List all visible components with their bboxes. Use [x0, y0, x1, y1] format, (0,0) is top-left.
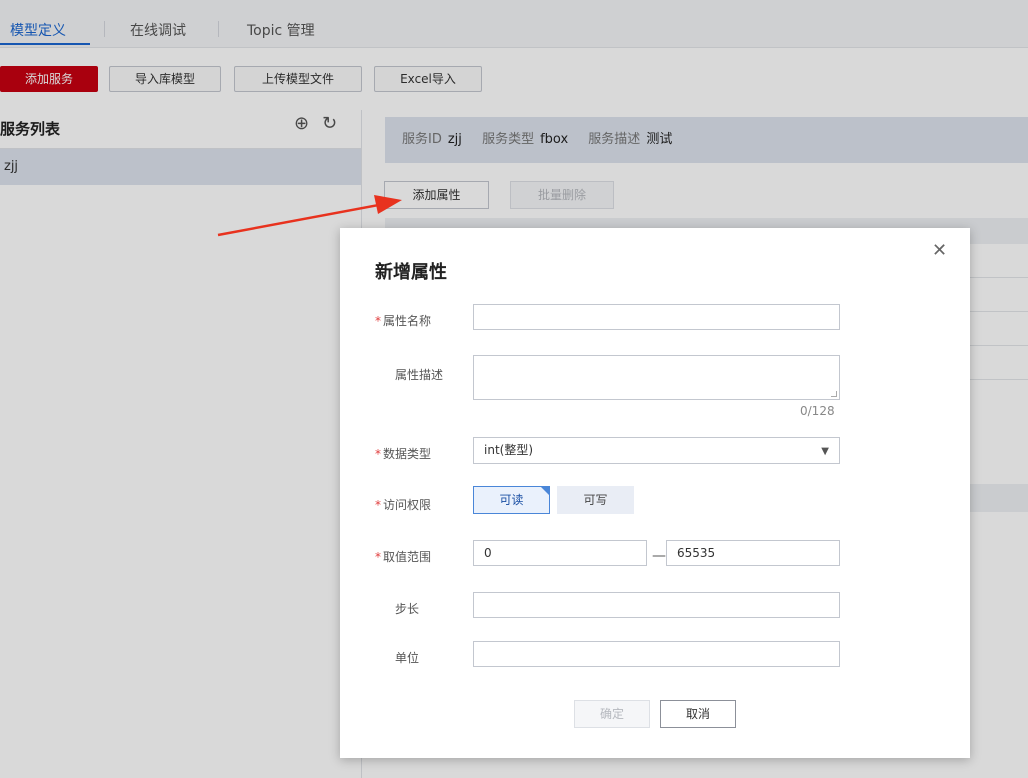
access-write-toggle[interactable]: 可写: [557, 486, 634, 514]
selected-corner-icon: [540, 486, 550, 496]
range-min-input[interactable]: 0: [473, 540, 647, 566]
caret-down-icon: ▼: [821, 446, 829, 457]
confirm-button[interactable]: 确定: [574, 700, 650, 728]
required-mark: *: [375, 447, 381, 461]
cancel-button[interactable]: 取消: [660, 700, 736, 728]
dialog-title: 新增属性: [375, 262, 447, 283]
range-max-input[interactable]: 65535: [666, 540, 840, 566]
data-type-select[interactable]: int(整型) ▼: [473, 437, 840, 464]
add-property-dialog: 新增属性 ✕ * 属性名称 属性描述 0/128 * 数据类型 int(整型) ▼ *…: [340, 228, 970, 758]
access-read-toggle[interactable]: 可读: [473, 486, 550, 514]
range-dash: —: [652, 548, 666, 564]
name-input[interactable]: [473, 304, 840, 330]
required-mark: *: [375, 314, 381, 328]
access-field-label: * 访问权限: [375, 498, 432, 512]
resize-handle-icon[interactable]: [831, 391, 837, 397]
unit-field-label: 单位: [395, 651, 420, 665]
step-input[interactable]: [473, 592, 840, 618]
close-icon[interactable]: ✕: [932, 240, 947, 261]
desc-char-counter: 0/128: [800, 404, 835, 418]
required-mark: *: [375, 498, 381, 512]
name-field-label: * 属性名称: [375, 314, 432, 328]
unit-input[interactable]: [473, 641, 840, 667]
range-field-label: * 取值范围: [375, 550, 432, 564]
desc-textarea[interactable]: [473, 355, 840, 400]
step-field-label: 步长: [395, 602, 420, 616]
required-mark: *: [375, 550, 381, 564]
desc-field-label: 属性描述: [395, 368, 444, 382]
type-field-label: * 数据类型: [375, 447, 432, 461]
